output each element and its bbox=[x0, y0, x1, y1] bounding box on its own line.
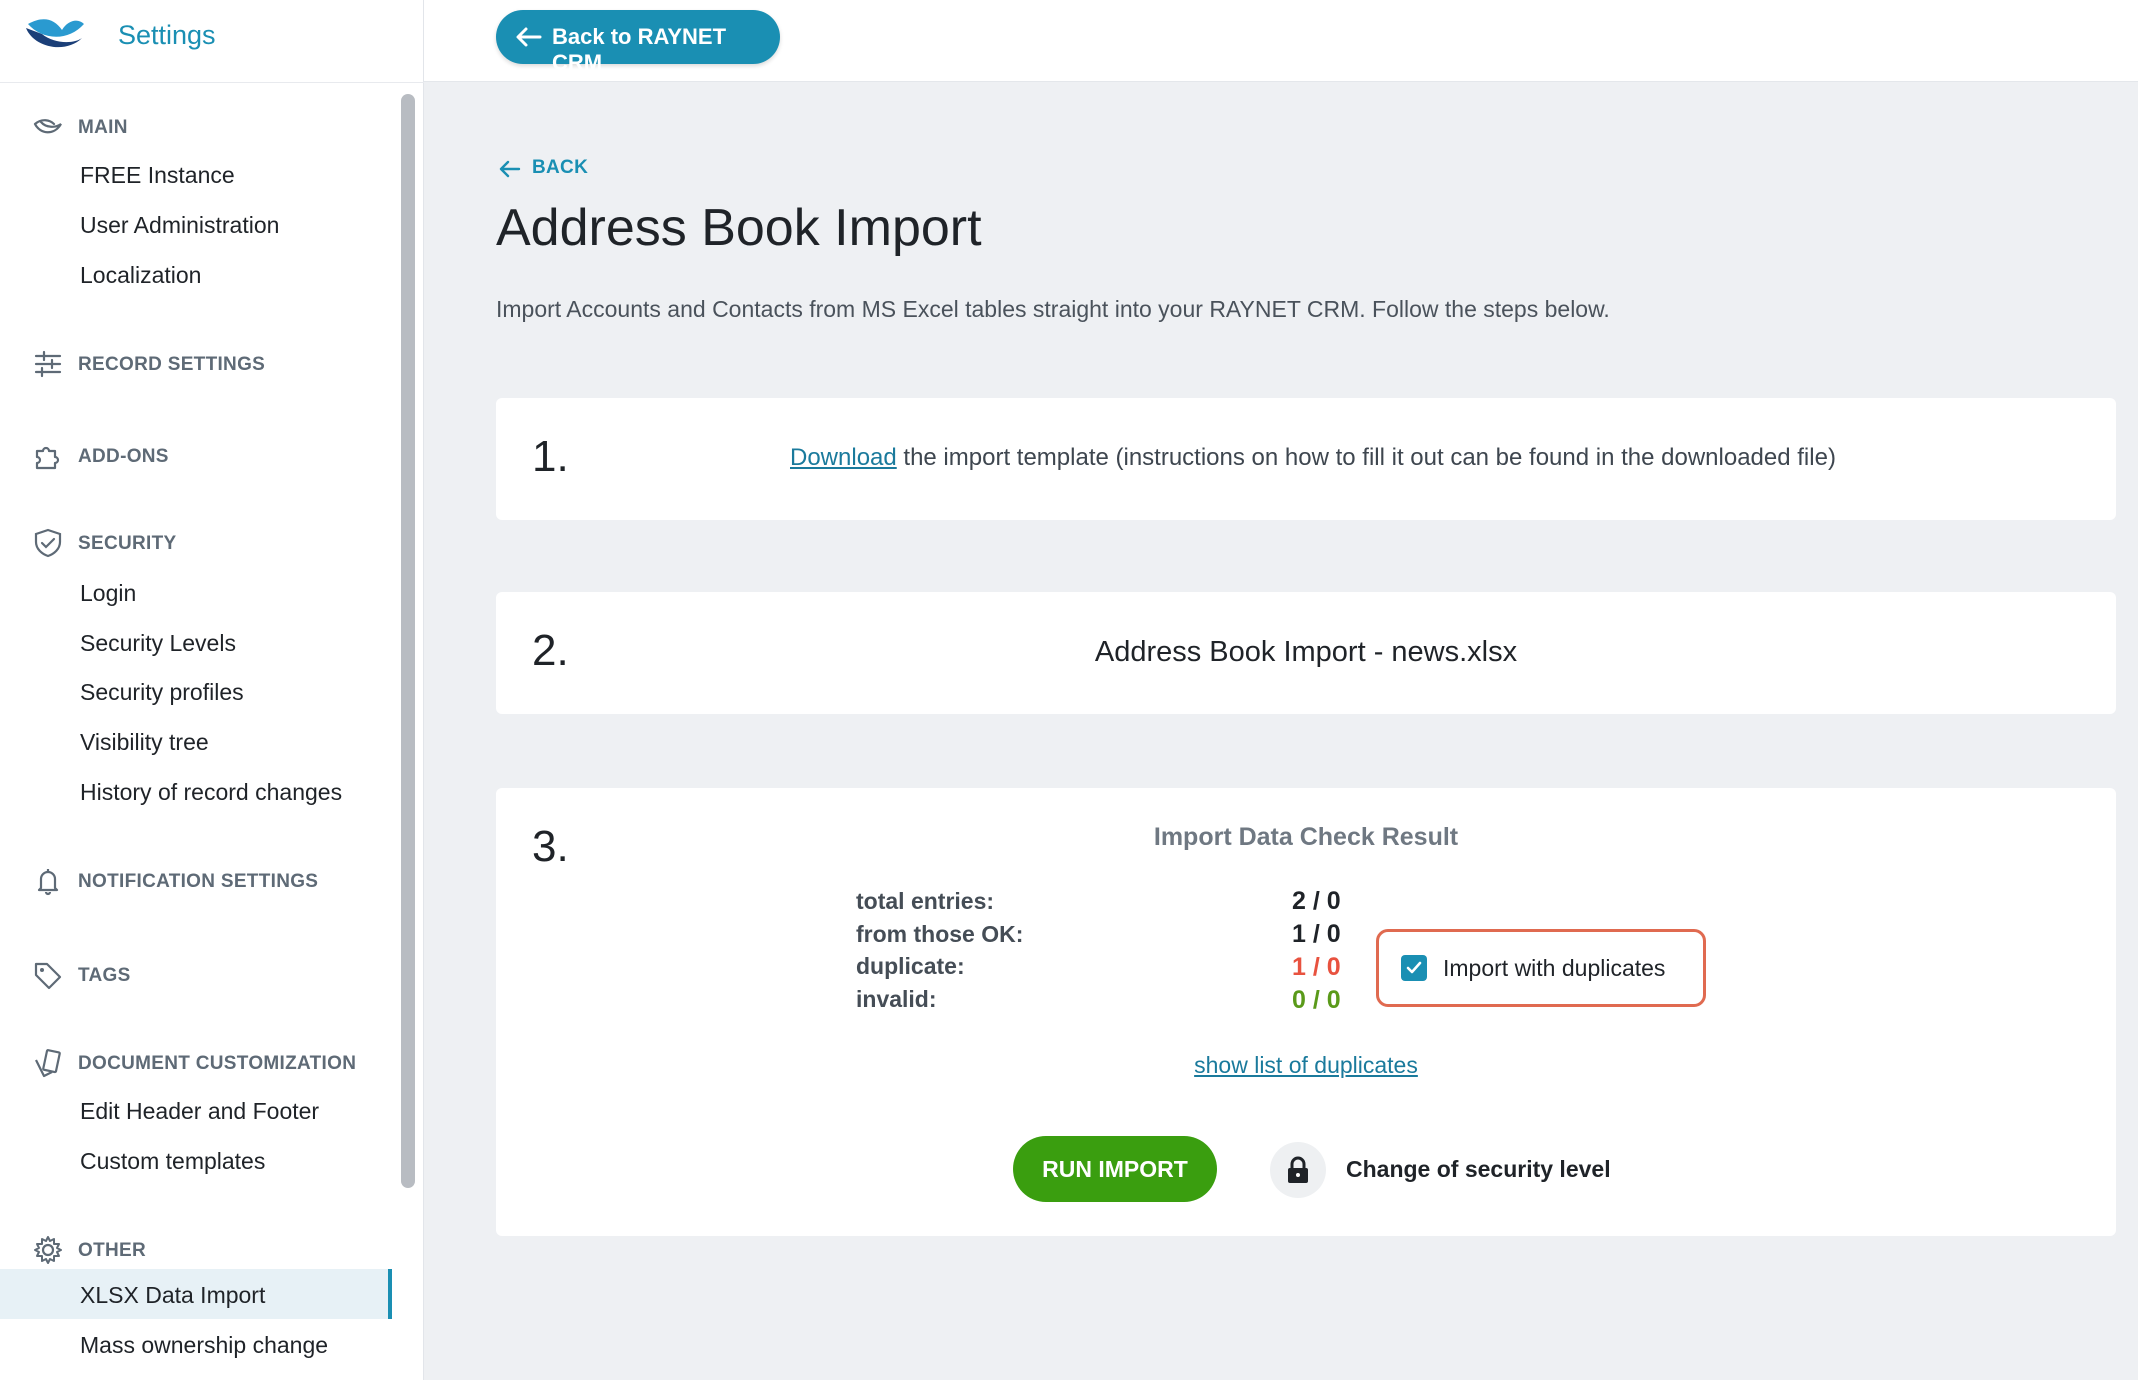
section-other[interactable]: OTHER bbox=[0, 1227, 392, 1271]
sidebar-item-visibility-tree[interactable]: Visibility tree bbox=[0, 716, 392, 766]
check-result-title: Import Data Check Result bbox=[1153, 823, 1459, 851]
back-to-crm-button[interactable]: Back to RAYNET CRM bbox=[496, 10, 780, 75]
lock-icon bbox=[1288, 1156, 1308, 1183]
stat-value-duplicate: 1 / 0 bbox=[1292, 953, 1341, 981]
step-1-card: 1. Download the import template (instruc… bbox=[496, 398, 2116, 520]
sidebar-item-user-administration[interactable]: User Administration bbox=[0, 199, 392, 249]
raynet-logo-icon bbox=[26, 19, 84, 48]
download-instructions: Download the import template (instructio… bbox=[790, 444, 1836, 472]
download-link[interactable]: Download bbox=[790, 444, 897, 471]
stat-label-duplicate: duplicate: bbox=[856, 953, 965, 979]
shield-icon bbox=[34, 528, 62, 558]
step-3-card: 3. Import Data Check Result total entrie… bbox=[496, 788, 2116, 1236]
stat-value-invalid: 0 / 0 bbox=[1292, 986, 1341, 1014]
section-security[interactable]: SECURITY bbox=[0, 520, 392, 564]
import-with-duplicates-checkbox[interactable] bbox=[1401, 955, 1427, 981]
gear-icon bbox=[34, 1236, 62, 1264]
change-security-level-label[interactable]: Change of security level bbox=[1346, 1156, 1611, 1183]
sidebar-item-xlsx-data-import[interactable]: XLSX Data Import bbox=[0, 1269, 392, 1319]
sidebar-menu: MAIN FREE Instance User Administration L… bbox=[0, 82, 392, 1380]
section-record-settings[interactable]: RECORD SETTINGS bbox=[0, 341, 392, 385]
arrow-left-icon bbox=[499, 160, 521, 178]
sidebar-item-custom-templates[interactable]: Custom templates bbox=[0, 1135, 392, 1185]
section-main[interactable]: MAIN bbox=[0, 104, 392, 148]
tag-icon bbox=[34, 962, 62, 990]
run-import-button[interactable]: RUN IMPORT bbox=[1013, 1136, 1217, 1202]
sidebar-item-localization[interactable]: Localization bbox=[0, 249, 392, 299]
sidebar-item-edit-header-footer[interactable]: Edit Header and Footer bbox=[0, 1085, 392, 1135]
step-2-card: 2. Address Book Import - news.xlsx bbox=[496, 592, 2116, 714]
sidebar-item-security-profiles[interactable]: Security profiles bbox=[0, 666, 392, 716]
import-with-duplicates-label[interactable]: Import with duplicates bbox=[1443, 955, 1665, 982]
stat-value-total: 2 / 0 bbox=[1292, 887, 1341, 915]
bell-icon bbox=[37, 869, 59, 896]
section-notification-settings[interactable]: NOTIFICATION SETTINGS bbox=[0, 858, 392, 902]
arrow-left-icon bbox=[516, 27, 542, 47]
page-description: Import Accounts and Contacts from MS Exc… bbox=[496, 296, 1610, 322]
step-number: 1. bbox=[532, 432, 569, 481]
uploaded-file-name: Address Book Import - news.xlsx bbox=[1094, 636, 1518, 668]
import-with-duplicates-highlight: Import with duplicates bbox=[1376, 929, 1706, 1007]
stat-value-ok: 1 / 0 bbox=[1292, 920, 1341, 948]
download-instructions-text: the import template (instructions on how… bbox=[896, 444, 1836, 471]
section-tags[interactable]: TAGS bbox=[0, 952, 392, 996]
show-duplicates-link[interactable]: show list of duplicates bbox=[496, 1052, 2116, 1079]
security-level-button[interactable] bbox=[1270, 1142, 1326, 1198]
stat-label-total: total entries: bbox=[856, 888, 995, 914]
sidebar-item-free-instance[interactable]: FREE Instance bbox=[0, 149, 392, 199]
sidebar: Settings MAIN FREE Instance User Adminis… bbox=[0, 0, 424, 1380]
section-document-customization[interactable]: DOCUMENT CUSTOMIZATION bbox=[0, 1040, 392, 1084]
checkmark-icon bbox=[1406, 961, 1422, 974]
sidebar-item-history-record-changes[interactable]: History of record changes bbox=[0, 766, 392, 816]
stat-label-invalid: invalid: bbox=[856, 986, 937, 1012]
settings-title: Settings bbox=[118, 20, 216, 50]
top-bar: Back to RAYNET CRM bbox=[424, 0, 2138, 82]
sidebar-item-security-levels[interactable]: Security Levels bbox=[0, 617, 392, 667]
section-add-ons[interactable]: ADD-ONS bbox=[0, 433, 392, 477]
sidebar-item-login[interactable]: Login bbox=[0, 567, 392, 617]
sidebar-item-mass-ownership-change[interactable]: Mass ownership change bbox=[0, 1319, 392, 1369]
documents-icon bbox=[35, 1049, 61, 1078]
stat-label-ok: from those OK: bbox=[856, 921, 1024, 947]
brand-header: Settings bbox=[0, 0, 424, 83]
page-title: Address Book Import bbox=[496, 199, 982, 257]
bird-icon bbox=[33, 119, 62, 134]
puzzle-icon bbox=[35, 446, 60, 470]
sidebar-scrollbar-thumb[interactable] bbox=[401, 94, 415, 1188]
sliders-icon bbox=[34, 350, 62, 378]
